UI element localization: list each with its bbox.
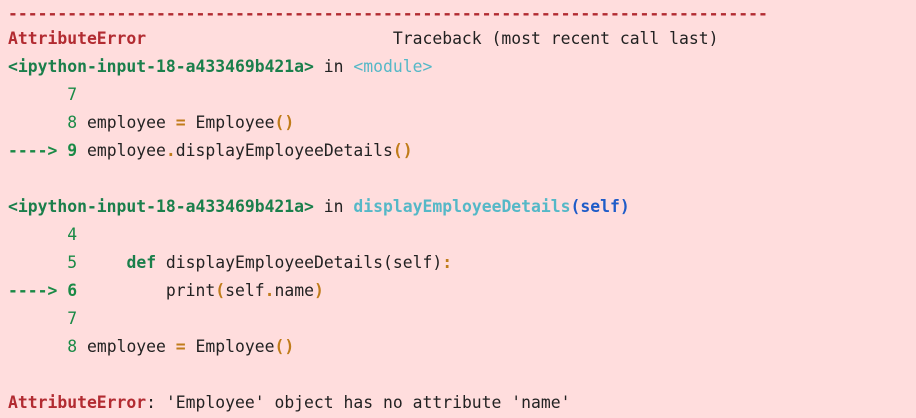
code-operator: () <box>392 141 413 160</box>
code-token: name <box>274 281 314 300</box>
frame-header: <ipython-input-18-a433469b421a> in displ… <box>8 193 916 221</box>
line-number: 6 <box>67 281 78 300</box>
traceback-header: AttributeError Traceback (most recent ca… <box>8 25 916 53</box>
frame-location: displayEmployeeDetails <box>353 197 571 216</box>
current-line-arrow: ----> <box>8 141 68 160</box>
error-colon: : <box>146 393 157 412</box>
code-line: 7 <box>8 81 916 109</box>
code-token: displayEmployeeDetails <box>175 141 393 160</box>
line-number: 4 <box>67 225 78 244</box>
line-marker <box>8 113 67 132</box>
header-spacer <box>146 29 393 48</box>
traceback-separator: ----------------------------------------… <box>8 4 768 23</box>
line-marker <box>8 309 67 328</box>
code-line: 7 <box>8 305 916 333</box>
code-line: 8 employee = Employee() <box>8 109 916 137</box>
line-number: 7 <box>67 85 78 104</box>
code-token: employee <box>86 337 176 356</box>
code-token: print <box>86 281 216 300</box>
code-line-current: ----> 6 print(self.name) <box>8 277 916 305</box>
frame-in-word: in <box>323 197 344 216</box>
code-operator: () <box>274 337 295 356</box>
frame-location: <module> <box>353 57 433 76</box>
traceback-label: Traceback (most recent call last) <box>392 29 719 48</box>
frame-in-word: in <box>323 57 344 76</box>
code-operator: ( <box>215 281 226 300</box>
current-line-arrow: ----> <box>8 281 68 300</box>
code-keyword: def <box>126 253 157 272</box>
code-token: employee <box>86 113 176 132</box>
line-marker <box>8 85 67 104</box>
frame-location-args: (self) <box>570 197 630 216</box>
error-message: 'Employee' object has no attribute 'name… <box>156 393 571 412</box>
code-operator: = <box>175 337 186 356</box>
frame-file: <ipython-input-18-a433469b421a> <box>8 197 314 216</box>
code-line-current: ----> 9 employee.displayEmployeeDetails(… <box>8 137 916 165</box>
frame-file: <ipython-input-18-a433469b421a> <box>8 57 314 76</box>
code-operator: ) <box>313 281 324 300</box>
code-operator: . <box>264 281 275 300</box>
code-token: Employee <box>185 337 275 356</box>
code-line: 8 employee = Employee() <box>8 333 916 361</box>
line-number: 5 <box>67 253 78 272</box>
line-marker <box>8 337 67 356</box>
code-operator: . <box>165 141 176 160</box>
code-token: displayEmployeeDetails(self) <box>156 253 443 272</box>
traceback-output: ----------------------------------------… <box>0 0 916 418</box>
code-token: employee <box>86 141 166 160</box>
line-number: 8 <box>67 113 78 132</box>
frame-header: <ipython-input-18-a433469b421a> in <modu… <box>8 53 916 81</box>
code-line: 4 <box>8 221 916 249</box>
code-operator: : <box>442 253 453 272</box>
line-number: 7 <box>67 309 78 328</box>
code-line: 5 def displayEmployeeDetails(self): <box>8 249 916 277</box>
error-message-line: AttributeError: 'Employee' object has no… <box>8 389 916 417</box>
code-token: self <box>225 281 265 300</box>
code-operator: () <box>274 113 295 132</box>
error-type-label: AttributeError <box>8 29 147 48</box>
line-number: 8 <box>67 337 78 356</box>
line-marker <box>8 225 67 244</box>
final-error-type: AttributeError <box>8 393 147 412</box>
code-token: Employee <box>185 113 275 132</box>
line-marker <box>8 253 67 272</box>
code-operator: = <box>175 113 186 132</box>
line-number: 9 <box>67 141 78 160</box>
